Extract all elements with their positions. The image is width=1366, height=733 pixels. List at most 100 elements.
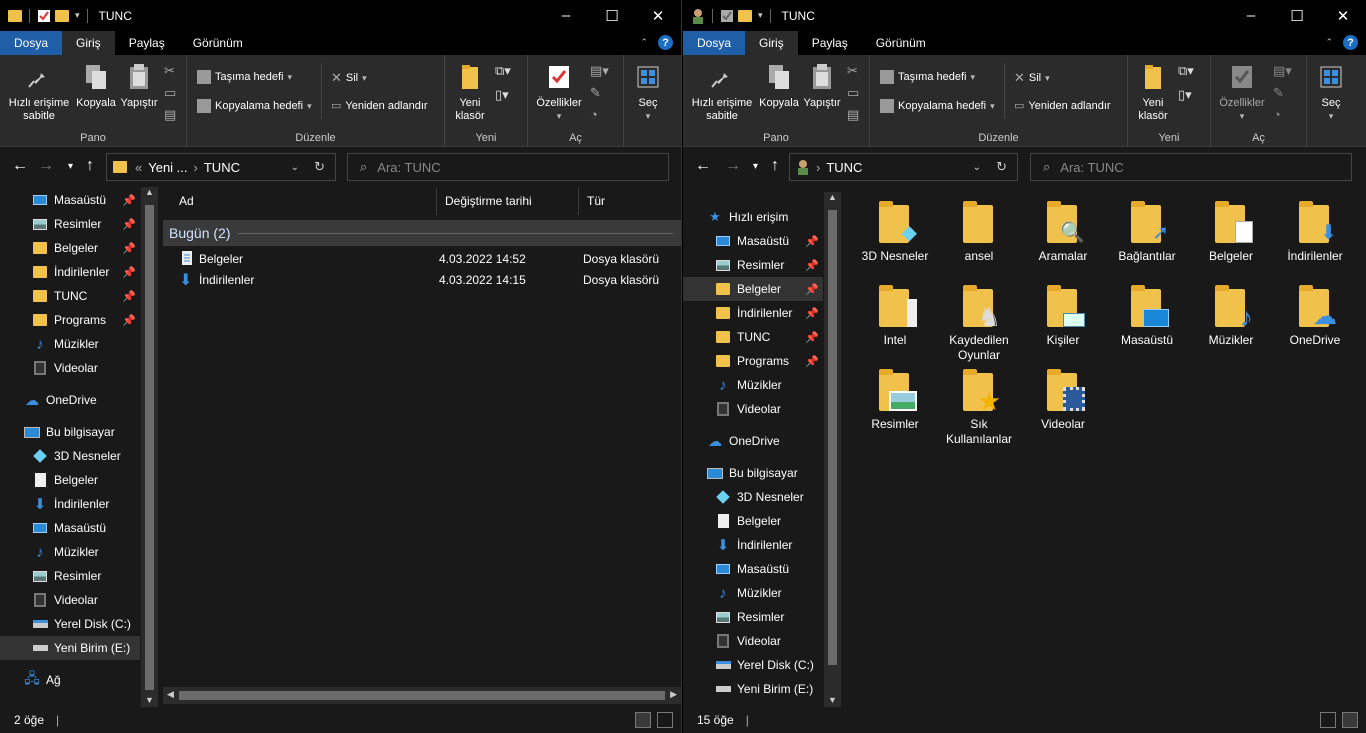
collapse-ribbon-icon[interactable]: ⌃ xyxy=(640,37,648,48)
folder-tile[interactable]: Kişiler xyxy=(1023,283,1103,348)
nav-item[interactable]: Yeni Birim (E:) xyxy=(0,636,140,660)
breadcrumb-item[interactable]: Yeni ... xyxy=(148,160,187,175)
properties-button[interactable]: Özellikler ▾ xyxy=(1215,61,1269,123)
rename-button[interactable]: ▭ Yeniden adlandır xyxy=(331,99,428,113)
folder-tile[interactable]: ◆ 3D Nesneler xyxy=(855,199,935,264)
forward-button[interactable]: → xyxy=(725,157,741,175)
tab-view[interactable]: Görünüm xyxy=(179,31,257,55)
pin-icon[interactable]: 📌 xyxy=(805,307,819,320)
nav-item[interactable]: Yerel Disk (C:) xyxy=(0,612,140,636)
nav-item[interactable]: Videolar xyxy=(0,588,140,612)
nav-item[interactable]: Masaüstü xyxy=(683,557,823,581)
nav-item[interactable]: ♪ Müzikler xyxy=(683,373,823,397)
maximize-button[interactable]: ☐ xyxy=(589,0,635,31)
large-icons-view-icon[interactable] xyxy=(1342,712,1358,728)
properties-button[interactable]: Özellikler ▾ xyxy=(532,61,586,123)
new-folder-button[interactable]: Yeni klasör xyxy=(1132,61,1174,123)
scroll-up-icon[interactable]: ▲ xyxy=(824,192,841,202)
nav-item[interactable]: ♪ Müzikler xyxy=(0,540,140,564)
up-button[interactable]: ↑ xyxy=(771,157,779,175)
paste-button[interactable]: Yapıştır xyxy=(118,61,160,110)
nav-item[interactable]: Yerel Disk (C:) xyxy=(683,653,823,677)
column-name[interactable]: Ad xyxy=(171,187,437,215)
pin-icon[interactable]: 📌 xyxy=(805,355,819,368)
nav-item[interactable]: ⬇ İndirilenler xyxy=(683,533,823,557)
copy-path-icon[interactable]: ▭ xyxy=(847,85,859,101)
folder-tile[interactable]: ➚ Bağlantılar xyxy=(1107,199,1187,264)
breadcrumb-overflow[interactable]: « xyxy=(135,160,142,175)
tab-share[interactable]: Paylaş xyxy=(798,31,862,55)
nav-item[interactable]: Belgeler 📌 xyxy=(683,277,823,301)
up-button[interactable]: ↑ xyxy=(86,157,94,175)
back-button[interactable]: ← xyxy=(695,157,711,175)
cut-icon[interactable]: ✂ xyxy=(164,63,176,79)
new-folder-icon[interactable] xyxy=(55,9,69,22)
folder-tile[interactable]: ☁ OneDrive xyxy=(1275,283,1355,348)
select-button[interactable]: Seç ▾ xyxy=(1315,61,1347,123)
tab-share[interactable]: Paylaş xyxy=(115,31,179,55)
scroll-left-icon[interactable]: ◀ xyxy=(167,689,174,700)
delete-button[interactable]: ✕ Sil ▾ xyxy=(331,70,367,86)
folder-tile[interactable]: 🔍 Aramalar xyxy=(1023,199,1103,264)
pin-icon[interactable]: 📌 xyxy=(122,266,136,279)
scroll-right-icon[interactable]: ▶ xyxy=(670,689,677,700)
nav-item[interactable]: Videolar xyxy=(683,629,823,653)
copy-path-icon[interactable]: ▭ xyxy=(164,85,176,101)
folder-tile[interactable]: Masaüstü xyxy=(1107,283,1187,348)
move-to-button[interactable]: Taşıma hedefi ▾ xyxy=(880,70,975,84)
nav-item[interactable]: Programs 📌 xyxy=(683,349,823,373)
new-folder-button[interactable]: Yeni klasör xyxy=(449,61,491,123)
recent-locations-button[interactable]: ▾ xyxy=(753,161,758,172)
tab-view[interactable]: Görünüm xyxy=(862,31,940,55)
folder-tile[interactable]: ★ Sık Kullanılanlar xyxy=(939,367,1019,447)
nav-item[interactable]: Masaüstü 📌 xyxy=(683,229,823,253)
nav-item[interactable]: 🖧 Ağ xyxy=(0,668,140,692)
pin-icon[interactable]: 📌 xyxy=(805,235,819,248)
nav-item[interactable]: ☁ OneDrive xyxy=(683,429,823,453)
customize-toolbar-icon[interactable]: ▾ xyxy=(758,10,763,21)
history-icon[interactable]: ◔ xyxy=(590,107,609,122)
nav-item[interactable]: TUNC 📌 xyxy=(683,325,823,349)
folder-tile[interactable]: Videolar xyxy=(1023,367,1103,432)
chevron-down-icon[interactable]: ⌄ xyxy=(973,162,981,173)
tab-home[interactable]: Giriş xyxy=(745,31,798,55)
folder-tile[interactable]: ⬇ İndirilenler xyxy=(1275,199,1355,264)
folder-tile[interactable]: Belgeler xyxy=(1191,199,1271,264)
close-button[interactable]: ✕ xyxy=(1320,0,1366,31)
nav-item[interactable]: ♪ Müzikler xyxy=(0,332,140,356)
folder-tile[interactable]: ♪ Müzikler xyxy=(1191,283,1271,348)
recent-locations-button[interactable]: ▾ xyxy=(68,161,73,172)
folder-tile[interactable]: Intel xyxy=(855,283,935,348)
column-modified[interactable]: Değiştirme tarihi xyxy=(437,187,579,215)
nav-item[interactable]: TUNC 📌 xyxy=(0,284,140,308)
easy-access-icon[interactable]: ▯▾ xyxy=(1178,87,1194,103)
refresh-icon[interactable]: ↻ xyxy=(996,159,1007,175)
large-icons-view-icon[interactable] xyxy=(657,712,673,728)
delete-button[interactable]: ✕ Sil ▾ xyxy=(1014,70,1050,86)
nav-item[interactable]: Bu bilgisayar xyxy=(683,461,823,485)
pin-quick-access-button[interactable]: Hızlı erişime sabitle xyxy=(6,61,72,123)
nav-item[interactable]: Resimler xyxy=(0,564,140,588)
nav-scrollbar[interactable]: ▲ ▼ xyxy=(141,187,158,707)
scroll-up-icon[interactable]: ▲ xyxy=(141,187,158,197)
nav-item[interactable]: Programs 📌 xyxy=(0,308,140,332)
search-input[interactable]: ⌕ Ara: TUNC xyxy=(347,153,669,181)
tab-file[interactable]: Dosya xyxy=(683,31,746,55)
scroll-thumb[interactable] xyxy=(145,205,154,690)
new-folder-icon[interactable] xyxy=(738,9,752,22)
nav-item[interactable]: Videolar xyxy=(683,397,823,421)
tab-file[interactable]: Dosya xyxy=(0,31,63,55)
maximize-button[interactable]: ☐ xyxy=(1274,0,1320,31)
nav-item[interactable]: 3D Nesneler xyxy=(0,444,140,468)
nav-item[interactable]: İndirilenler 📌 xyxy=(0,260,140,284)
collapse-ribbon-icon[interactable]: ⌃ xyxy=(1325,37,1333,48)
new-item-icon[interactable]: ⧉▾ xyxy=(1178,63,1194,79)
paste-button[interactable]: Yapıştır xyxy=(801,61,843,110)
scroll-thumb[interactable] xyxy=(179,691,665,700)
search-input[interactable]: ⌕ Ara: TUNC xyxy=(1030,153,1352,181)
refresh-icon[interactable]: ↻ xyxy=(314,159,325,175)
customize-toolbar-icon[interactable]: ▾ xyxy=(75,10,80,21)
back-button[interactable]: ← xyxy=(12,157,28,175)
nav-item[interactable]: Resimler xyxy=(683,605,823,629)
nav-item[interactable]: Bu bilgisayar xyxy=(0,420,140,444)
